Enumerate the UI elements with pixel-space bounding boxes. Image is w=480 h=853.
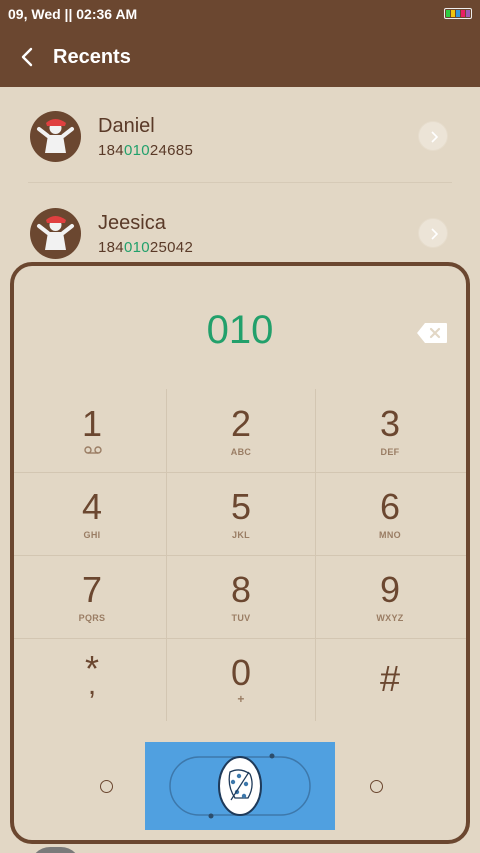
chevron-left-icon	[21, 47, 33, 67]
contact-name: Daniel	[98, 115, 155, 137]
voicemail-icon	[84, 446, 102, 454]
key-2[interactable]: 2 ABC	[167, 389, 315, 472]
backspace-button[interactable]	[416, 322, 448, 344]
key-9[interactable]: 9 WXYZ	[316, 555, 464, 638]
list-item[interactable]: Daniel 18401024685	[0, 87, 480, 183]
contact-detail-button[interactable]	[418, 121, 448, 151]
key-6[interactable]: 6 MNO	[316, 472, 464, 555]
key-7[interactable]: 7 PQRS	[18, 555, 166, 638]
right-action-button[interactable]	[370, 780, 383, 793]
key-0[interactable]: 0 +	[167, 638, 315, 721]
key-4[interactable]: 4 GHI	[18, 472, 166, 555]
page-title: Recents	[53, 46, 131, 68]
backspace-icon	[417, 323, 447, 343]
avatar	[30, 111, 81, 162]
status-time: 09, Wed || 02:36 AM	[8, 6, 138, 22]
dialed-number: 010	[206, 308, 274, 352]
left-action-button[interactable]	[100, 780, 113, 793]
back-button[interactable]	[14, 42, 42, 72]
call-icon	[169, 753, 311, 819]
key-5[interactable]: 5 JKL	[167, 472, 315, 555]
contact-number: 18401025042	[98, 239, 194, 256]
key-1[interactable]: 1	[18, 389, 166, 472]
divider	[28, 182, 452, 183]
status-bar: 09, Wed || 02:36 AM	[0, 0, 480, 28]
key-hash[interactable]: #	[316, 638, 464, 721]
app-bar: Recents	[0, 28, 480, 87]
key-star[interactable]: * ,	[18, 638, 166, 721]
key-8[interactable]: 8 TUV	[167, 555, 315, 638]
chevron-right-icon	[431, 228, 439, 240]
chevron-right-icon	[431, 131, 439, 143]
contact-name: Jeesica	[98, 212, 166, 234]
contact-detail-button[interactable]	[418, 218, 448, 248]
avatar	[30, 208, 81, 259]
battery-icon	[444, 8, 472, 19]
contact-number: 18401024685	[98, 142, 194, 159]
dialer-panel: 010 1 2 ABC 3 DEF 4 GHI 5 JKL 6 MNO 7 PQ…	[10, 262, 470, 844]
call-button[interactable]	[145, 742, 335, 830]
key-3[interactable]: 3 DEF	[316, 389, 464, 472]
